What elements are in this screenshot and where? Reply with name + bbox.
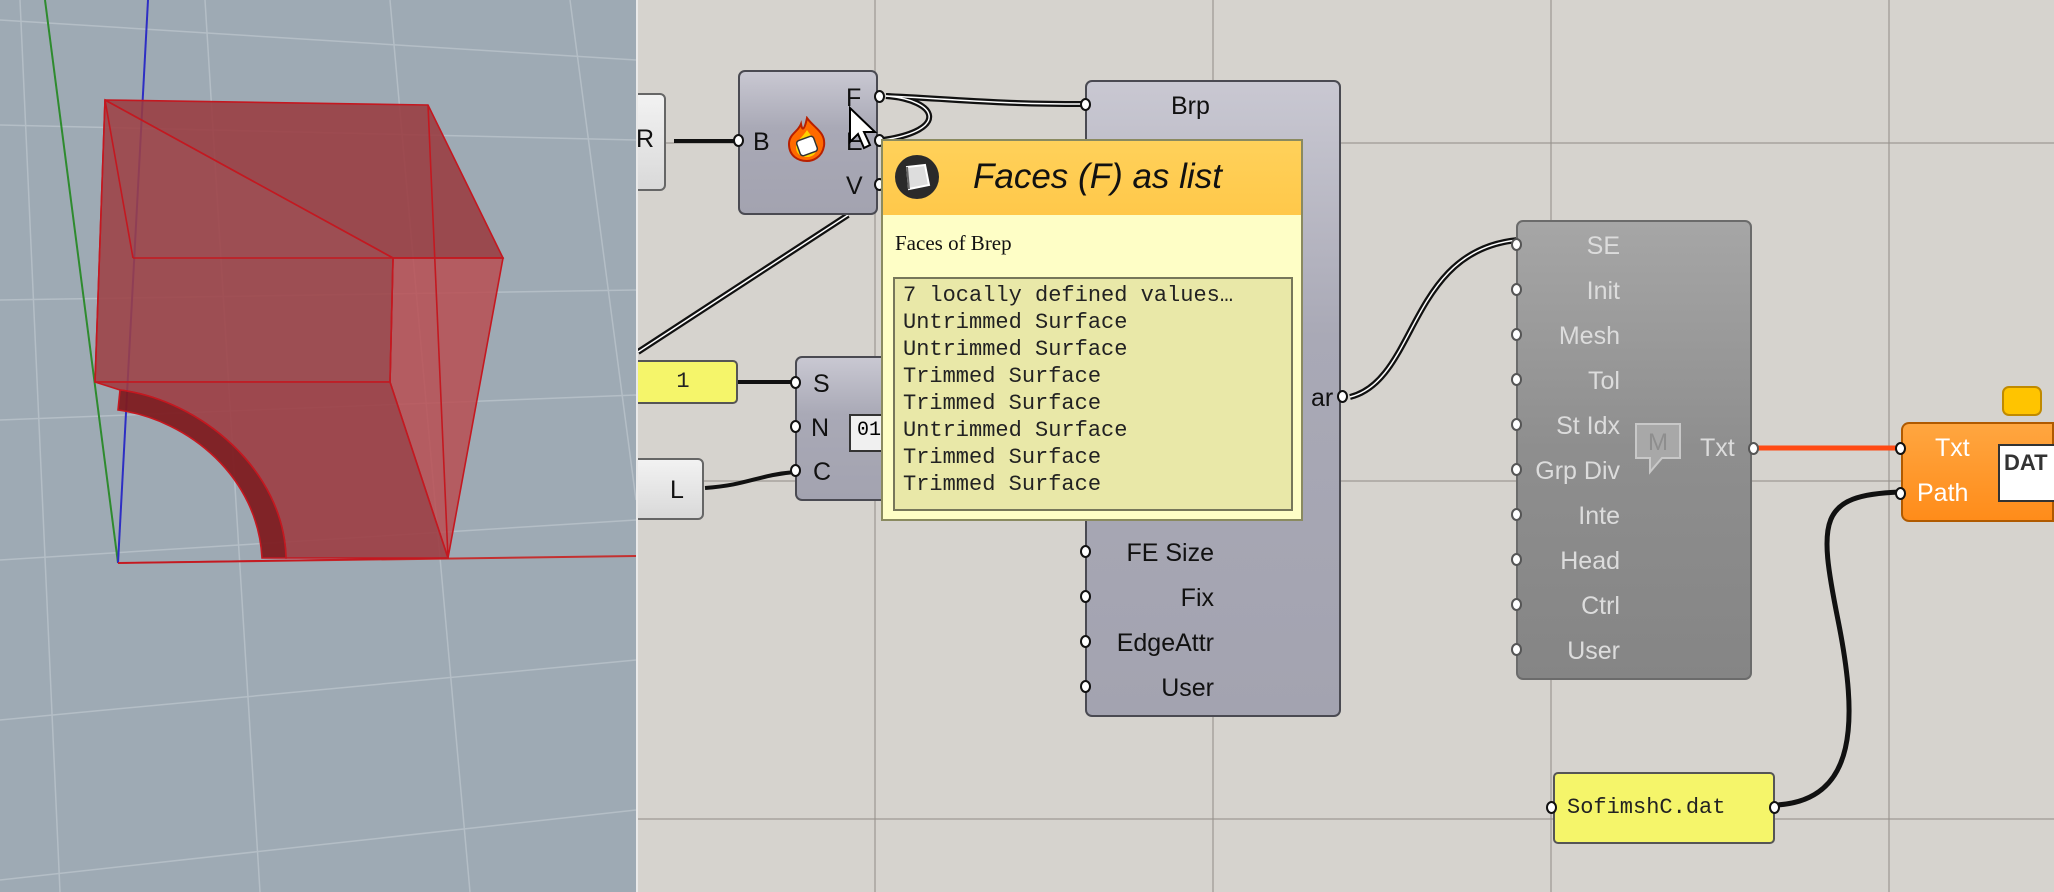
sofimsh-input-fe-size[interactable]: FE Size (1126, 539, 1214, 567)
series-component[interactable]: S N C 01 (790, 356, 895, 501)
sofimsh-port-brp[interactable] (1080, 98, 1091, 111)
mouse-cursor-icon (849, 106, 878, 150)
mesh-port-txt[interactable] (1748, 442, 1759, 455)
brep-solid[interactable] (94, 98, 505, 564)
sofimsh-port-output[interactable] (1337, 390, 1348, 403)
wire-path (1776, 489, 1901, 808)
mesh-input-grp-div[interactable]: Grp Div (1535, 457, 1620, 485)
mesh-port-tol[interactable] (1511, 373, 1522, 386)
series-port-c[interactable] (790, 464, 801, 477)
mesh-input-user[interactable]: User (1567, 637, 1620, 665)
series-port-s[interactable] (790, 376, 801, 389)
tooltip-value: Untrimmed Surface (903, 310, 1128, 335)
filename-panel[interactable]: SofimshC.dat (1546, 772, 1780, 844)
tooltip-value: Trimmed Surface (903, 364, 1102, 389)
mesh-input-st-idx[interactable]: St Idx (1556, 412, 1620, 440)
tooltip-value-list: 7 locally defined values… Untrimmed Surf… (893, 277, 1293, 511)
mesh-input-head[interactable]: Head (1560, 547, 1620, 575)
application-window: R B F E V 1 L S N C 01 Brp ar FE Size Fi… (0, 0, 2054, 892)
svg-text:M: M (1648, 429, 1668, 456)
tooltip-header: Faces (F) as list (883, 141, 1301, 215)
deconstruct-brep-port-f[interactable] (874, 90, 885, 103)
mesh-settings-component[interactable]: SE Init Mesh Tol St Idx Grp Div Inte Hea… (1511, 220, 1759, 680)
mesh-port-st-idx[interactable] (1511, 418, 1522, 431)
viewport-scene (0, 0, 636, 892)
series-input-c[interactable]: C (813, 458, 831, 486)
message-balloon-icon[interactable] (2002, 386, 2042, 416)
tooltip-value: 7 locally defined values… (903, 283, 1234, 308)
mesh-port-user[interactable] (1511, 643, 1522, 656)
dat-input-path[interactable]: Path (1917, 479, 1968, 507)
brep-param-label: R (638, 125, 655, 153)
series-input-n[interactable]: N (811, 414, 829, 442)
surface-param-icon (895, 155, 939, 199)
deconstruct-brep-flame-icon (787, 116, 826, 162)
mesh-port-head[interactable] (1511, 553, 1522, 566)
filename-panel-port-out[interactable] (1769, 801, 1780, 814)
mesh-input-se[interactable]: SE (1587, 232, 1620, 260)
dat-file-icon: DAT (1998, 444, 2054, 502)
rhino-viewport[interactable] (0, 0, 638, 892)
mesh-port-se[interactable] (1511, 238, 1522, 251)
faces-tooltip: Faces (F) as list Faces of Brep 7 locall… (881, 139, 1303, 521)
mesh-output-txt[interactable]: Txt (1700, 434, 1735, 462)
mesh-port-inte[interactable] (1511, 508, 1522, 521)
write-dat-component[interactable]: Txt Path DAT (1895, 422, 2054, 522)
wire-l-to-c (704, 470, 796, 490)
number-panel-value: 1 (676, 369, 690, 394)
mesh-input-tol[interactable]: Tol (1588, 367, 1620, 395)
dat-port-txt[interactable] (1895, 442, 1906, 455)
tooltip-description: Faces of Brep (895, 231, 1012, 255)
dat-input-txt[interactable]: Txt (1935, 434, 1970, 462)
mesh-input-mesh[interactable]: Mesh (1559, 322, 1620, 350)
series-input-s[interactable]: S (813, 370, 830, 398)
grasshopper-canvas[interactable]: R B F E V 1 L S N C 01 Brp ar FE Size Fi… (638, 0, 2054, 892)
length-param-label: L (670, 476, 684, 504)
mesh-port-grp-div[interactable] (1511, 463, 1522, 476)
mesh-m-icon: M (1635, 423, 1681, 475)
mesh-port-ctrl[interactable] (1511, 598, 1522, 611)
mesh-input-ctrl[interactable]: Ctrl (1581, 592, 1620, 620)
length-param-node[interactable]: L (638, 458, 704, 520)
brep-param-node[interactable]: R (638, 93, 666, 191)
tooltip-value: Trimmed Surface (903, 445, 1102, 470)
mesh-port-init[interactable] (1511, 283, 1522, 296)
sofimsh-input-edgeattr[interactable]: EdgeAttr (1117, 629, 1214, 657)
dat-port-path[interactable] (1895, 487, 1906, 500)
tooltip-value: Untrimmed Surface (903, 337, 1128, 362)
sofimsh-port-user[interactable] (1080, 680, 1091, 693)
tooltip-value: Trimmed Surface (903, 391, 1102, 416)
wire-faces-to-brp (885, 93, 1084, 107)
deconstruct-brep-output-v[interactable]: V (846, 172, 863, 200)
mesh-input-init[interactable]: Init (1587, 277, 1620, 305)
number-panel[interactable]: 1 (638, 360, 738, 404)
tooltip-value: Trimmed Surface (903, 472, 1102, 497)
deconstruct-brep-input-b[interactable]: B (753, 128, 770, 156)
sofimsh-input-brp[interactable]: Brp (1171, 92, 1210, 120)
sofimsh-input-fix[interactable]: Fix (1181, 584, 1214, 612)
wire-sofimsh-to-se (1349, 237, 1519, 400)
filename-panel-port-in[interactable] (1546, 801, 1557, 814)
tooltip-value: Untrimmed Surface (903, 418, 1128, 443)
sofimsh-port-edgeattr[interactable] (1080, 635, 1091, 648)
wire-edges-loop (882, 93, 933, 143)
sofimsh-input-user[interactable]: User (1161, 674, 1214, 702)
sofimsh-output-partial[interactable]: ar (1311, 384, 1333, 412)
deconstruct-brep-port-b[interactable] (733, 134, 744, 147)
series-port-n[interactable] (790, 420, 801, 433)
mesh-input-inte[interactable]: Inte (1578, 502, 1620, 530)
filename-panel-value: SofimshC.dat (1567, 795, 1726, 820)
sofimsh-port-fe-size[interactable] (1080, 545, 1091, 558)
wire-vertices (638, 212, 850, 355)
mesh-port-mesh[interactable] (1511, 328, 1522, 341)
tooltip-title: Faces (F) as list (973, 157, 1222, 196)
sofimsh-port-fix[interactable] (1080, 590, 1091, 603)
